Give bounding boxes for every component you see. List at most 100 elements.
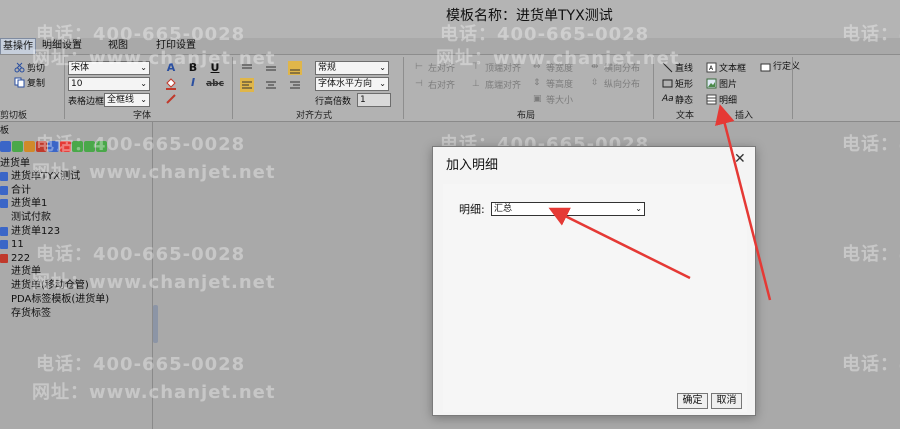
add-icon[interactable] (12, 140, 23, 152)
document-icon (0, 295, 8, 304)
watermark-phone: 电话：400-665-0028 (36, 354, 246, 375)
text-direction-select[interactable]: 字体水平方向 ⌄ (315, 77, 389, 91)
align-right-layout-label: 右对齐 (428, 81, 456, 91)
detail-select[interactable]: 汇总 ⌄ (491, 202, 645, 216)
text-style-value: 常规 (318, 63, 337, 73)
line-height-value: 1 (360, 95, 366, 105)
document-icon (0, 186, 8, 195)
watermark-site: 网址：www.chanjet.net (32, 272, 276, 293)
align-left-icon: ⊢ (415, 62, 423, 72)
document-icon (0, 213, 8, 222)
text-group-label: 文本 (676, 111, 695, 121)
align-left-button[interactable] (240, 78, 254, 92)
align-right-button[interactable] (288, 78, 302, 92)
align-right-layout-button[interactable]: ⊣ 右对齐 (415, 78, 455, 91)
tree-group-text: 进货单 (0, 158, 30, 169)
textbox-button[interactable]: A 文本框 (706, 61, 746, 74)
watermark-site: 网址：www.chanjet.net (436, 48, 680, 69)
tree-item-label: PDA标签模板(进货单) (11, 294, 110, 305)
document-icon (0, 309, 8, 318)
watermark-phone: 电话：400-665-0028 (36, 134, 246, 155)
close-icon[interactable]: ✕ (734, 151, 746, 167)
tree-item-label: 11 (11, 239, 24, 250)
tree-item[interactable]: 存货标签 (0, 307, 51, 320)
chevron-down-icon: ⌄ (379, 63, 386, 72)
tree-item[interactable]: 测试付款 (0, 211, 51, 224)
distribute-vertical-icon: ⇳ (591, 78, 599, 88)
document-icon (0, 199, 8, 208)
italic-button[interactable]: I (186, 76, 200, 90)
same-height-label: 等高度 (546, 80, 574, 90)
same-size-icon: ▣ (533, 94, 542, 104)
font-group-label: 字体 (133, 111, 152, 121)
pen-button[interactable] (164, 92, 178, 106)
text-style-select[interactable]: 常规 ⌄ (315, 61, 389, 75)
tree-item[interactable]: PDA标签模板(进货单) (0, 293, 109, 306)
tree-item[interactable]: 进货单123 (0, 225, 60, 238)
same-height-icon: ⇕ (533, 78, 541, 88)
align-bottom-icon: ⊥ (472, 79, 480, 89)
tree-item-label: 222 (11, 253, 31, 264)
table-border-value: 全框线 (107, 95, 135, 105)
image-label: 图片 (719, 80, 738, 90)
align-center-button[interactable] (264, 78, 278, 92)
detail-field-label: 明细: (459, 203, 485, 216)
copy-label: 复制 (27, 79, 46, 89)
panel-scrollbar[interactable] (153, 305, 158, 343)
fill-color-button[interactable] (164, 76, 178, 90)
align-bottom-button[interactable] (288, 61, 302, 75)
pen-icon (166, 94, 176, 104)
rectangle-button[interactable]: 矩形 (662, 77, 693, 90)
tree-item[interactable]: 222 (0, 252, 30, 265)
clipboard-group-label: 剪切板 (0, 111, 28, 121)
row-definition-icon (760, 62, 771, 73)
detail-button[interactable]: 明细 (706, 93, 737, 106)
ok-button[interactable]: 确定 (677, 393, 708, 409)
static-text-button[interactable]: Aa 静态 (662, 93, 693, 106)
strikethrough-button[interactable]: abc (206, 77, 224, 91)
font-size-value: 10 (71, 79, 83, 89)
chevron-down-icon: ⌄ (635, 204, 642, 213)
tree-item-label: 存货标签 (11, 308, 51, 319)
textbox-icon: A (706, 62, 717, 73)
align-right-icon: ⊣ (415, 79, 423, 89)
insert-group-label: 插入 (735, 111, 754, 121)
chevron-down-icon: ⌄ (379, 79, 386, 88)
document-icon (0, 172, 8, 181)
tree-item[interactable]: 进货单1 (0, 197, 47, 210)
font-size-select[interactable]: 10 ⌄ (68, 77, 150, 91)
rectangle-icon (662, 78, 673, 89)
document-icon (0, 281, 8, 290)
tree-item[interactable]: 合计 (0, 184, 31, 197)
document-icon (0, 267, 8, 276)
tree-group-label[interactable]: 进货单 (0, 157, 30, 170)
align-bottom-layout-button[interactable]: ⊥ 底端对齐 (472, 78, 521, 91)
image-button[interactable]: 图片 (706, 77, 737, 90)
watermark-phone: 电话：400-665-0028 (842, 244, 900, 265)
vertical-distribute-button[interactable]: ⇳ 纵向分布 (591, 77, 640, 90)
edit-icon[interactable] (24, 140, 35, 152)
dialog-title: 加入明细 (446, 158, 499, 173)
detail-select-value: 汇总 (494, 204, 513, 214)
watermark-site: 网址：www.chanjet.net (32, 382, 276, 403)
same-height-button[interactable]: ⇕ 等高度 (533, 77, 573, 90)
same-size-label: 等大小 (546, 96, 574, 106)
tab-basic[interactable]: 基操作 (0, 38, 36, 54)
table-border-select[interactable]: 全框线 ⌄ (104, 93, 150, 107)
tree-item[interactable]: 11 (0, 238, 24, 251)
scissors-icon (14, 62, 25, 73)
panel-title: 板 (0, 126, 10, 136)
cancel-button[interactable]: 取消 (711, 393, 742, 409)
line-height-label: 行高倍数 (315, 97, 352, 107)
line-height-input[interactable]: 1 (357, 93, 391, 107)
document-icon (0, 254, 8, 263)
watermark-phone: 电话：400-665-0028 (842, 134, 900, 155)
row-definition-button[interactable]: 行定义 (760, 61, 803, 73)
align-lines-icon (266, 81, 276, 89)
table-border-label: 表格边框 (68, 97, 105, 107)
align-lines-icon (290, 81, 300, 89)
template-icon[interactable] (0, 140, 11, 152)
same-size-button[interactable]: ▣ 等大小 (533, 93, 573, 106)
rectangle-label: 矩形 (675, 80, 694, 90)
copy-button[interactable]: 复制 (14, 76, 45, 89)
